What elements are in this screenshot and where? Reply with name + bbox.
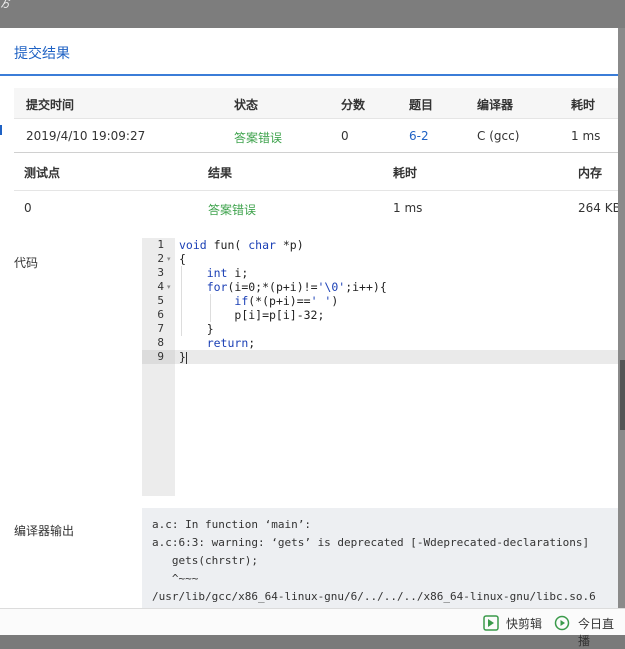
code-label: 代码 [14,256,39,270]
code-line: return; [206,336,256,350]
dialog-title: 提交结果 [14,46,70,62]
col-compiler: 编译器 [477,98,514,112]
line-number: 9 [157,350,164,363]
fold-arrow-icon[interactable]: ▾ [167,255,171,263]
compiler-output-box[interactable]: a.c: In function ‘main’: a.c:6:3: warnin… [142,508,618,608]
code-editor[interactable]: 1 2 ▾ 3 4 ▾ 5 6 7 8 9 void fun( char *p)… [142,238,618,496]
text-cursor [185,351,187,364]
line-number: 5 [157,294,164,307]
line-number: 6 [157,308,164,321]
submission-result-dialog: 提交结果 提交时间 状态 分数 题目 编译器 耗时 2019/4/10 19:0… [0,28,618,608]
page-scrollbar-track[interactable] [618,28,625,608]
col-status: 状态 [234,98,259,112]
line-number: 2 [157,252,164,265]
background-glyph: ゟ [0,0,13,10]
submission-row: 2019/4/10 19:09:27 答案错误 0 6-2 C (gcc) 1 … [14,118,618,153]
testcase-memory: 264 KB [578,201,618,215]
taskbar-kuaijianji[interactable]: 快剪辑 [506,615,542,632]
col-problem: 题目 [409,98,434,112]
col-score: 分数 [341,98,366,112]
code-line: p[i]=p[i]-32; [234,308,325,322]
compiler-output-text: a.c: In function ‘main’: a.c:6:3: warnin… [152,518,596,603]
col-time: 耗时 [393,166,418,180]
problem-link[interactable]: 6-2 [409,129,429,143]
line-number: 1 [157,238,164,251]
taskbar-live[interactable]: 今日直播 [578,615,625,649]
line-number: 7 [157,322,164,335]
code-line: int i; [206,266,249,280]
line-number: 8 [157,336,164,349]
col-elapsed: 耗时 [571,98,596,112]
status-text: 答案错误 [234,131,283,145]
code-line: for(i=0;*(p+i)!='\0';i++){ [206,280,387,294]
code-line: void fun( char *p) [179,238,304,252]
fold-arrow-icon[interactable]: ▾ [167,283,171,291]
submission-table-header: 提交时间 状态 分数 题目 编译器 耗时 [14,88,618,118]
col-result: 结果 [208,166,233,180]
compiler-value: C (gcc) [477,129,520,143]
submit-time: 2019/4/10 19:09:27 [26,129,146,143]
testcase-result: 答案错误 [208,203,257,217]
dialog-header: 提交结果 [0,28,618,76]
code-line: { [179,252,186,266]
code-line: } [179,350,187,364]
testcase-id: 0 [24,201,32,215]
compiler-output-label: 编译器输出 [14,524,75,538]
code-line: if(*(p+i)==' ') [234,294,339,308]
live-play-icon[interactable] [554,615,570,631]
divider [14,190,618,191]
page-scrollbar-thumb[interactable] [620,360,625,430]
background-window-strip: ゟ [0,0,625,28]
line-number: 4 [157,280,164,293]
score-value: 0 [341,129,349,143]
col-memory: 内存 [578,166,603,180]
kuaijianji-icon[interactable] [483,615,499,631]
line-number: 3 [157,266,164,279]
testcase-time: 1 ms [393,201,423,215]
code-line: } [206,322,214,336]
col-testcase: 测试点 [24,166,61,180]
left-edge-marker [0,125,2,135]
active-line-highlight [175,350,618,364]
col-submit-time: 提交时间 [26,98,75,112]
taskbar: 快剪辑 今日直播 [0,608,625,648]
elapsed-value: 1 ms [571,129,601,143]
